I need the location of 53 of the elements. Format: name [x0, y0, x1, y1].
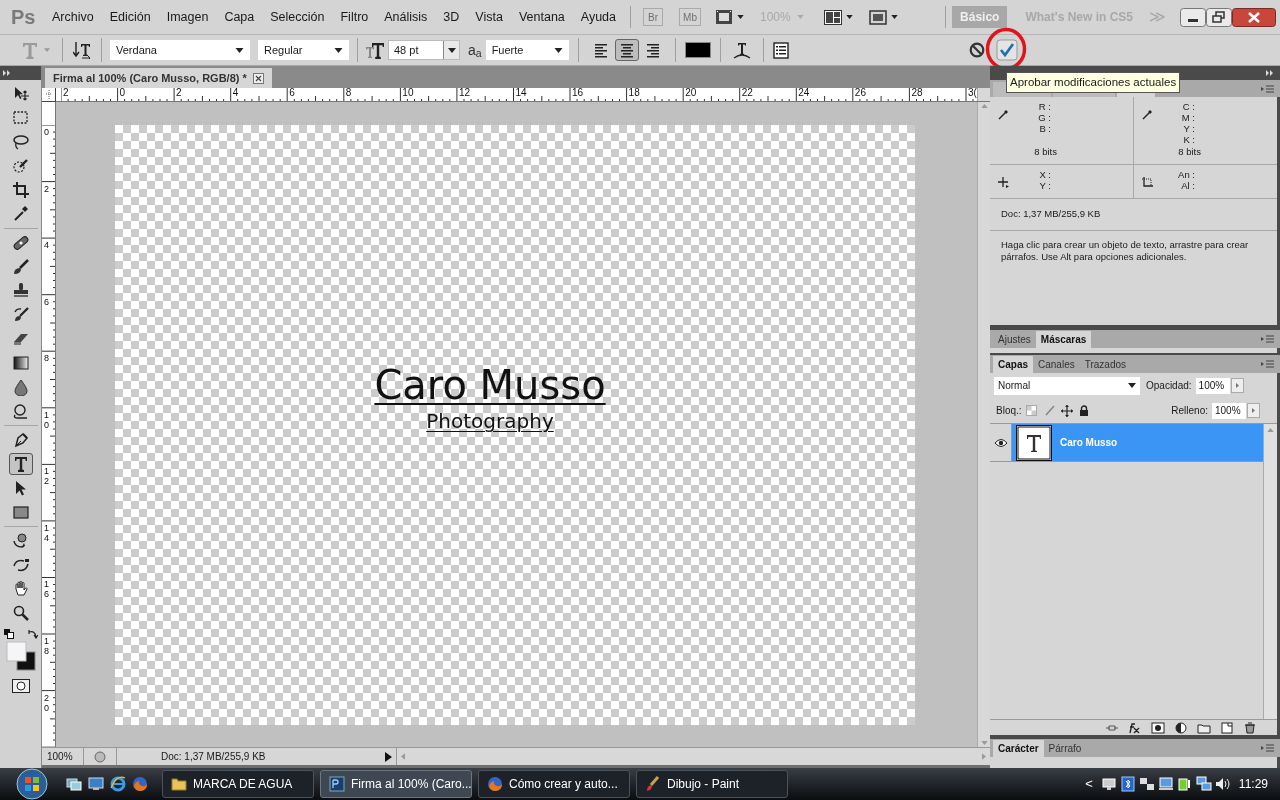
ruler-label: 6	[289, 88, 295, 100]
ruler-label: 10	[402, 88, 414, 100]
ruler-label: 14	[515, 88, 527, 100]
info-label: Y :	[1183, 123, 1195, 134]
document-size-info: Doc: 1,37 MB/255,9 KB	[990, 199, 1277, 231]
ruler-label: 0	[119, 88, 126, 100]
ruler-label: 12	[44, 466, 50, 487]
info-label: R :	[1038, 101, 1051, 112]
ruler-label: 4	[44, 240, 50, 251]
ruler-label: 2	[176, 88, 182, 100]
ruler-label: 28	[911, 88, 923, 100]
info-label: G :	[1038, 112, 1051, 123]
info-label: Al :	[1181, 180, 1195, 191]
ruler-label: 10	[44, 409, 50, 430]
ruler-label: 12	[458, 88, 471, 100]
info-label: Y :	[1039, 180, 1051, 191]
bit-depth-label: 8 bits	[1034, 146, 1057, 157]
ruler-label: 18	[44, 636, 50, 657]
ruler-label: 16	[44, 579, 50, 600]
ruler-label: 24	[798, 88, 810, 100]
info-label: C :	[1182, 101, 1195, 112]
ruler-label: 14	[44, 522, 50, 543]
canvas-title-text: Caro Musso	[374, 362, 606, 408]
bit-depth-label: 8 bits	[1178, 146, 1201, 157]
ruler-label: 2	[63, 88, 69, 100]
ruler-label: 26	[854, 88, 866, 100]
tooltip: Aprobar modificaciones actuales	[1006, 72, 1181, 94]
ruler-label: 16	[572, 88, 584, 100]
ruler-label: 4	[232, 88, 239, 100]
ruler-label: 8	[44, 353, 50, 364]
canvas-subtitle-text: Photography	[426, 408, 554, 434]
app-logo: Ps	[10, 5, 37, 30]
ruler-label: 20	[44, 692, 50, 713]
ruler-label: 3(	[967, 88, 977, 100]
ruler-label: 22	[741, 88, 753, 100]
layer-name: Caro Musso	[1060, 436, 1118, 450]
info-label: B :	[1039, 123, 1051, 134]
document-size-status: Doc: 1,37 MB/255,9 KB	[116, 748, 380, 765]
tool-hint-text: Haga clic para crear un objeto de texto, arrastre para crear párrafos. Use Alt para opciones adicionales.	[1000, 238, 1250, 263]
info-label: M :	[1181, 112, 1195, 123]
ruler-label: 18	[628, 88, 640, 100]
info-label: K :	[1183, 134, 1195, 145]
ruler-label: 20	[685, 88, 697, 100]
ruler-label: 0	[44, 127, 50, 137]
fill-label: Relleno:	[1171, 404, 1208, 418]
ruler-label: 2	[44, 183, 50, 194]
opacity-label: Opacidad:	[1146, 379, 1192, 393]
lock-label: Bloq.:	[996, 404, 1022, 418]
antialias-icon: a$_{a}$	[468, 39, 482, 61]
ruler-label: 6	[44, 296, 50, 307]
info-label: X :	[1039, 169, 1051, 180]
info-label: An :	[1178, 169, 1195, 180]
ruler-label: 8	[345, 88, 352, 100]
